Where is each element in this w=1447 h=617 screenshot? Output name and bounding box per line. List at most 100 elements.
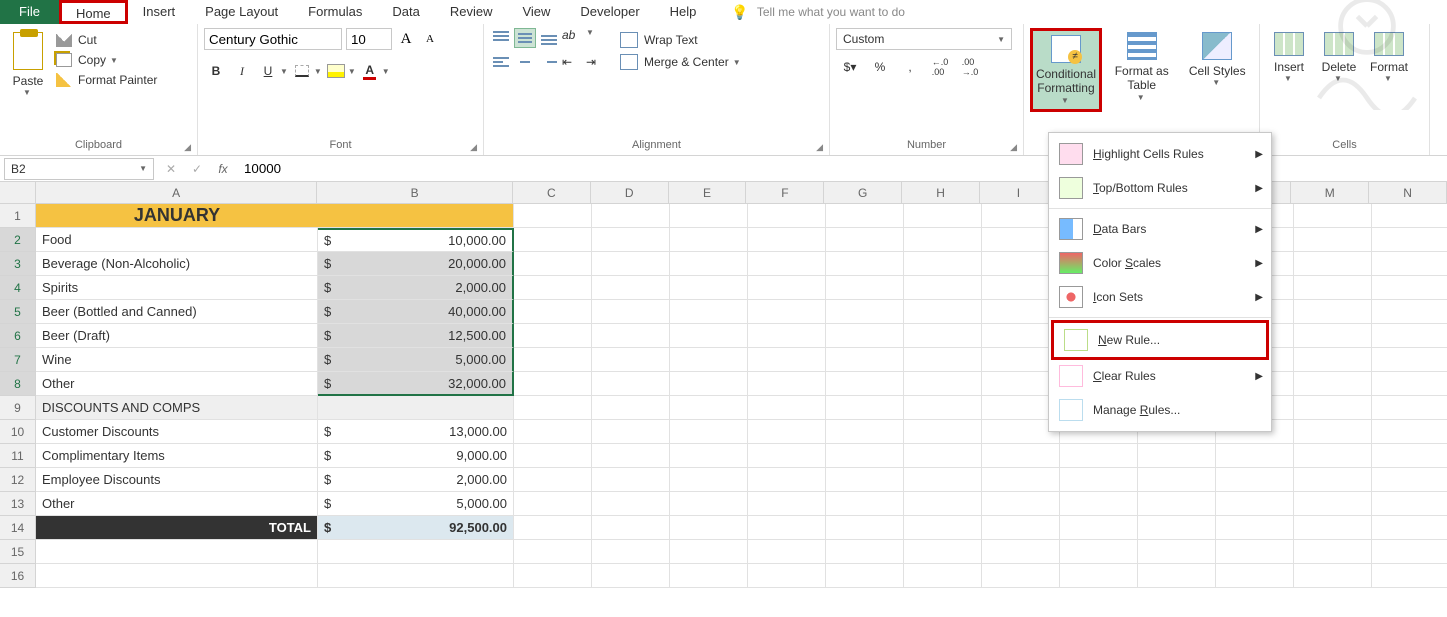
cell[interactable] (826, 204, 904, 228)
cell[interactable] (826, 540, 904, 564)
cell[interactable] (826, 252, 904, 276)
cell[interactable]: $5,000.00 (318, 492, 514, 516)
col-header-C[interactable]: C (513, 182, 591, 204)
cell[interactable] (1138, 468, 1216, 492)
cell[interactable] (826, 372, 904, 396)
cell[interactable] (748, 564, 826, 588)
cell[interactable] (826, 324, 904, 348)
cell[interactable] (826, 348, 904, 372)
cell[interactable] (1294, 276, 1372, 300)
cell[interactable] (1372, 420, 1447, 444)
cell[interactable] (592, 420, 670, 444)
bold-button[interactable]: B (204, 60, 228, 82)
cell[interactable] (592, 444, 670, 468)
cell[interactable] (1372, 468, 1447, 492)
cell[interactable] (514, 420, 592, 444)
chevron-down-icon[interactable]: ▼ (382, 67, 390, 76)
cell[interactable] (514, 372, 592, 396)
cell[interactable] (748, 204, 826, 228)
cell[interactable] (826, 564, 904, 588)
cell[interactable]: Customer Discounts (36, 420, 318, 444)
cell[interactable] (904, 348, 982, 372)
cell[interactable] (1216, 516, 1294, 540)
cf-color-scales[interactable]: Color Scales▶ (1049, 246, 1271, 280)
cell[interactable] (826, 396, 904, 420)
border-button[interactable] (290, 60, 314, 82)
col-header-M[interactable]: M (1291, 182, 1369, 204)
cut-button[interactable]: Cut (54, 32, 159, 48)
row-header-16[interactable]: 16 (0, 564, 36, 588)
cell[interactable] (1294, 252, 1372, 276)
cell[interactable]: $10,000.00 (318, 228, 514, 252)
cell[interactable] (514, 492, 592, 516)
cell[interactable] (1294, 324, 1372, 348)
cell[interactable] (670, 372, 748, 396)
cell[interactable] (514, 228, 592, 252)
cell[interactable] (670, 204, 748, 228)
cell[interactable] (1138, 540, 1216, 564)
row-header-1[interactable]: 1 (0, 204, 36, 228)
cell[interactable] (904, 564, 982, 588)
tab-data[interactable]: Data (377, 0, 434, 24)
decrease-decimal-button[interactable]: .00→.0 (956, 56, 984, 78)
cell[interactable] (592, 564, 670, 588)
cell[interactable] (670, 300, 748, 324)
cell[interactable] (826, 492, 904, 516)
cell[interactable] (670, 324, 748, 348)
cell[interactable]: $12,500.00 (318, 324, 514, 348)
cell[interactable] (1060, 516, 1138, 540)
chevron-down-icon[interactable]: ▼ (348, 67, 356, 76)
cell[interactable] (1294, 300, 1372, 324)
cell[interactable] (748, 300, 826, 324)
cell[interactable] (748, 444, 826, 468)
tab-developer[interactable]: Developer (565, 0, 654, 24)
cf-highlight-rules[interactable]: Highlight Cells Rules▶ (1049, 137, 1271, 171)
row-header-4[interactable]: 4 (0, 276, 36, 300)
cell[interactable]: Other (36, 372, 318, 396)
cell[interactable] (1138, 564, 1216, 588)
cell[interactable] (514, 444, 592, 468)
cell[interactable] (826, 420, 904, 444)
cell[interactable] (670, 252, 748, 276)
cell[interactable] (1372, 516, 1447, 540)
cell[interactable] (36, 564, 318, 588)
cell[interactable] (670, 348, 748, 372)
cell[interactable] (670, 492, 748, 516)
cf-data-bars[interactable]: Data Bars▶ (1049, 212, 1271, 246)
cell[interactable] (1372, 444, 1447, 468)
cell[interactable] (1372, 396, 1447, 420)
cell[interactable] (904, 300, 982, 324)
cell[interactable] (514, 324, 592, 348)
cell[interactable] (904, 468, 982, 492)
cell[interactable] (904, 276, 982, 300)
cell[interactable] (514, 516, 592, 540)
cell[interactable] (1138, 516, 1216, 540)
row-header-15[interactable]: 15 (0, 540, 36, 564)
row-header-13[interactable]: 13 (0, 492, 36, 516)
cell[interactable] (318, 564, 514, 588)
cell[interactable] (748, 516, 826, 540)
cell[interactable] (826, 300, 904, 324)
row-header-9[interactable]: 9 (0, 396, 36, 420)
align-bottom-button[interactable] (538, 28, 560, 48)
number-format-dropdown[interactable]: Custom▼ (836, 28, 1012, 50)
align-right-button[interactable] (538, 52, 560, 72)
col-header-A[interactable]: A (36, 182, 317, 204)
cell[interactable] (1294, 540, 1372, 564)
cell-title[interactable]: JANUARY (36, 204, 318, 228)
underline-button[interactable]: U (256, 60, 280, 82)
cell[interactable] (592, 348, 670, 372)
row-header-11[interactable]: 11 (0, 444, 36, 468)
cell[interactable] (514, 540, 592, 564)
cell[interactable] (748, 420, 826, 444)
chevron-down-icon[interactable]: ▼ (280, 67, 288, 76)
cell[interactable] (1372, 564, 1447, 588)
cell[interactable] (1372, 300, 1447, 324)
cell[interactable] (514, 564, 592, 588)
col-header-H[interactable]: H (902, 182, 980, 204)
cell[interactable] (982, 492, 1060, 516)
cell[interactable] (748, 276, 826, 300)
cell[interactable] (514, 204, 592, 228)
cell[interactable] (1372, 276, 1447, 300)
cell[interactable] (904, 540, 982, 564)
